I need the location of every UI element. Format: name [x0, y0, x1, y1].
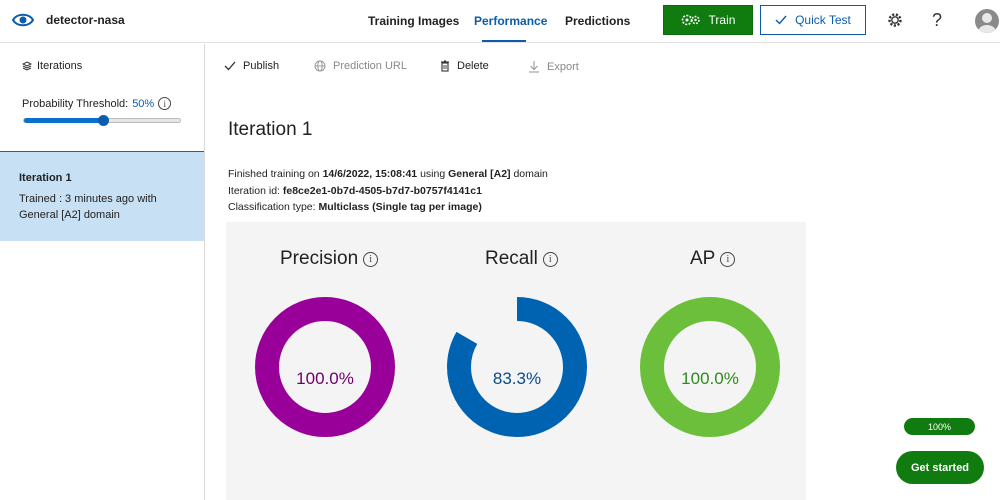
info-icon[interactable]: i	[363, 251, 379, 267]
threshold-value: 50%	[132, 97, 155, 110]
tab-training-images[interactable]: Training Images	[368, 14, 459, 28]
info-icon[interactable]: i	[158, 97, 172, 110]
slider-thumb[interactable]	[98, 115, 109, 126]
delete-button[interactable]: Delete	[440, 60, 489, 72]
gear-icon[interactable]	[887, 12, 903, 28]
checkmark-icon	[775, 15, 787, 25]
training-prefix: Finished training on	[228, 168, 320, 180]
recall-value: 83.3%	[492, 369, 542, 388]
user-silhouette-icon	[978, 13, 996, 33]
help-icon[interactable]: ?	[932, 10, 942, 31]
ap-donut	[640, 297, 780, 437]
gears-icon	[681, 14, 700, 26]
iteration-info: Finished training on 14/6/2022, 15:08:41…	[228, 166, 548, 216]
info-icon[interactable]: i	[542, 251, 558, 267]
iteration-id-line: Iteration id: fe8ce2e1-0b7d-4505-b7d7-b0…	[228, 183, 548, 200]
delete-label: Delete	[457, 60, 489, 72]
export-button[interactable]: Export	[528, 60, 579, 73]
recall-label: Recall	[485, 248, 538, 269]
precision-title: Precision i	[280, 248, 379, 270]
iteration-id-value: fe8ce2e1-0b7d-4505-b7d7-b0757f4141c1	[282, 184, 482, 197]
publish-button[interactable]: Publish	[224, 60, 279, 72]
train-button-label: Train	[708, 13, 736, 27]
prediction-url-label: Prediction URL	[333, 60, 407, 72]
recall-donut	[447, 297, 587, 437]
training-domain: General [A2]	[448, 168, 511, 180]
training-date: 14/6/2022, 15:08:41	[322, 168, 418, 180]
threshold-slider[interactable]	[23, 115, 181, 126]
info-icon[interactable]: i	[720, 251, 736, 267]
trash-icon	[441, 60, 449, 72]
ap-title: AP i	[690, 248, 736, 270]
train-button[interactable]: Train	[663, 5, 753, 35]
progress-indicator: 100%	[904, 418, 975, 435]
layers-icon	[22, 61, 32, 71]
tab-predictions[interactable]: Predictions	[565, 14, 630, 28]
page-title: Iteration 1	[228, 119, 313, 140]
quick-test-label: Quick Test	[795, 13, 851, 27]
training-suffix: domain	[513, 168, 548, 180]
precision-donut	[255, 297, 395, 437]
classification-line: Classification type: Multiclass (Single …	[228, 199, 548, 216]
recall-ring	[447, 297, 587, 437]
training-middle: using	[420, 168, 446, 180]
publish-label: Publish	[243, 60, 280, 72]
checkmark-icon	[224, 61, 236, 71]
iterations-header: Iterations	[22, 60, 82, 72]
top-bar: detector-nasa Training Images Performanc…	[0, 0, 1000, 43]
recall-title: Recall i	[485, 248, 558, 270]
sidebar: Iterations Probability Threshold: 50% i …	[0, 44, 205, 500]
get-started-button[interactable]: Get started	[896, 451, 984, 484]
active-tab-indicator	[482, 40, 526, 42]
precision-label: Precision	[280, 248, 359, 269]
iteration-item-title: Iteration 1	[19, 172, 72, 184]
iteration-list-item[interactable]: Iteration 1 Trained : 3 minutes ago with…	[0, 152, 204, 241]
slider-fill	[24, 118, 103, 123]
eye-icon[interactable]	[12, 11, 34, 29]
globe-icon	[314, 60, 326, 72]
prediction-url-button[interactable]: Prediction URL	[314, 60, 407, 72]
export-label: Export	[547, 60, 579, 73]
training-info-line: Finished training on 14/6/2022, 15:08:41…	[228, 166, 548, 183]
project-name[interactable]: detector-nasa	[46, 13, 125, 27]
quick-test-button[interactable]: Quick Test	[760, 5, 866, 35]
ap-value: 100.0%	[681, 369, 739, 388]
metrics-panel: Precision i 100.0% Recall i 83.3% AP i 1…	[226, 222, 806, 500]
precision-value: 100.0%	[296, 369, 354, 388]
iteration-item-details: Trained : 3 minutes ago with General [A2…	[19, 193, 157, 221]
classification-value: Multiclass (Single tag per image)	[318, 201, 482, 213]
precision-ring	[255, 297, 395, 437]
threshold-label: Probability Threshold: 50% i	[22, 97, 172, 110]
classification-label: Classification type:	[228, 201, 316, 213]
tab-performance[interactable]: Performance	[474, 14, 547, 28]
threshold-text: Probability Threshold:	[22, 97, 129, 110]
iteration-id-label: Iteration id:	[228, 184, 280, 197]
iterations-label: Iterations	[37, 60, 83, 72]
download-icon	[529, 61, 539, 73]
avatar[interactable]	[975, 9, 999, 33]
ap-label: AP	[690, 248, 716, 269]
ap-ring	[640, 297, 780, 437]
